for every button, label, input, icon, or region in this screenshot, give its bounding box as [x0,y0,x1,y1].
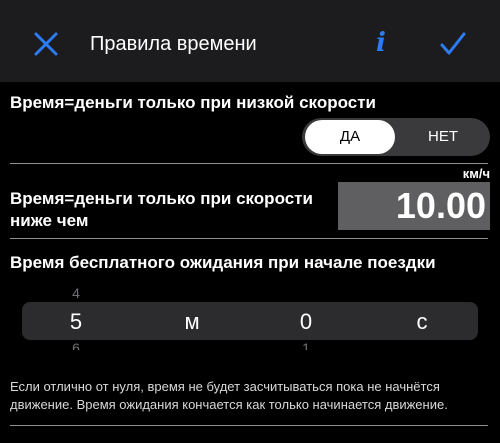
seconds-picker-below: 1 [302,341,310,350]
speed-unit-label: км/ч [462,166,490,181]
free-wait-description: Если отлично от нуля, время не будет зас… [10,378,498,414]
minutes-unit-label: м [184,309,200,334]
low-speed-segmented-control[interactable]: ДА НЕТ [302,118,490,156]
confirm-button[interactable] [438,30,468,58]
checkmark-icon [440,32,466,55]
speed-threshold-label-line2: ниже чем [10,211,89,230]
info-button[interactable]: i [370,28,392,58]
minutes-picker-below: 6 [72,341,80,350]
close-button[interactable] [32,30,60,58]
seconds-picker-value[interactable]: 0 [286,309,326,335]
description-line2: движение. Время ожидания кончается как т… [10,397,448,412]
segment-yes[interactable]: ДА [305,120,395,154]
description-line1: Если отлично от нуля, время не будет зас… [10,379,440,394]
minutes-picker-above: 4 [72,285,80,301]
divider [10,163,488,164]
info-icon: i [376,28,386,58]
speed-threshold-label-line1: Время=деньги только при скорости [10,189,313,208]
minutes-picker-value[interactable]: 5 [56,309,96,335]
speed-threshold-input[interactable]: 10.00 [338,182,490,230]
speed-threshold-label: Время=деньги только при скорости ниже че… [10,188,313,232]
page-title: Правила времени [90,33,257,55]
speed-threshold-value: 10.00 [395,185,486,226]
navigation-bar: Правила времени i [0,0,500,82]
segment-no[interactable]: НЕТ [398,120,488,154]
seconds-unit-label: с [416,309,428,334]
divider [10,238,488,239]
low-speed-only-label: Время=деньги только при низкой скорости [10,93,376,112]
divider [10,425,488,426]
close-icon [34,32,58,56]
free-wait-label: Время бесплатного ожидания при начале по… [10,253,436,272]
